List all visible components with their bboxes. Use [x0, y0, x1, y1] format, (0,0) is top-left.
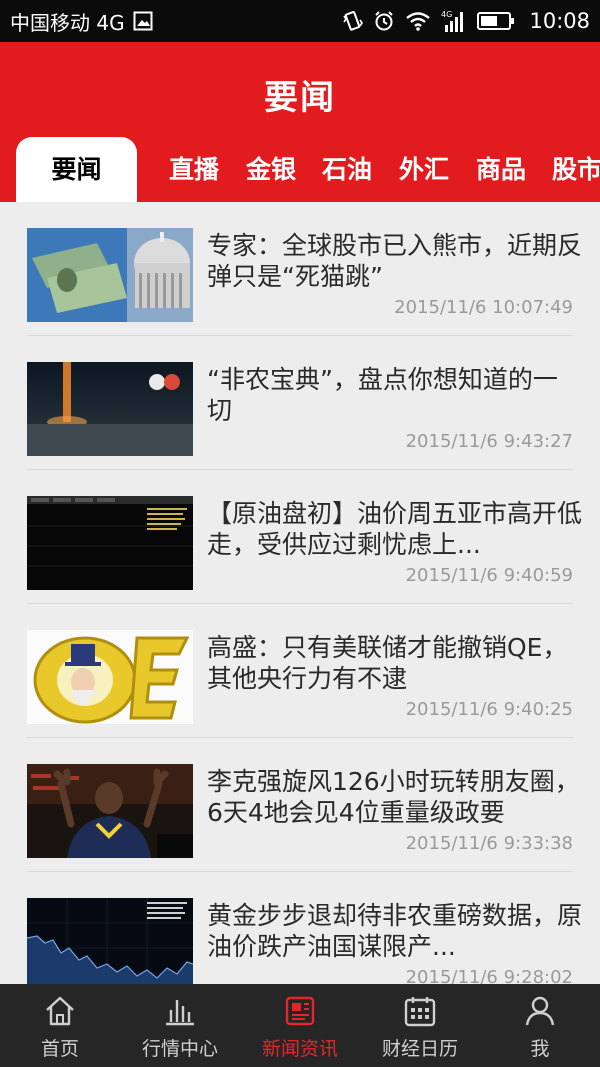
price-chart-image	[27, 898, 193, 984]
nav-label: 行情中心	[141, 1038, 218, 1060]
news-title: 专家：全球股市已入熊市，近期反弹只是“死猫跳”	[207, 231, 582, 291]
nav-label: 新闻资讯	[261, 1038, 338, 1060]
news-icon	[281, 992, 319, 1030]
news-title: 高盛：只有美联储才能撤销QE，其他央行力有不逮	[207, 633, 568, 693]
nav-label: 财经日历	[381, 1038, 458, 1060]
signal-4g-icon: 4G	[441, 9, 467, 33]
news-title: 李克强旋风126小时玩转朋友圈，6天4地会见4位重量级政要	[207, 767, 580, 827]
qe-uncle-sam-image	[27, 630, 193, 724]
nav-home[interactable]: 首页	[0, 984, 120, 1067]
status-bar: 中国移动 4G 4G 10:08	[0, 0, 600, 42]
chart-screen-image	[27, 496, 193, 590]
tab-forex[interactable]: 外汇	[399, 137, 449, 202]
nav-label: 我	[530, 1038, 550, 1060]
news-date: 2015/11/6 9:43:27	[405, 431, 573, 452]
news-date: 2015/11/6 10:07:49	[394, 297, 573, 318]
tab-gold-silver[interactable]: 金银	[246, 137, 296, 202]
nav-me[interactable]: 我	[480, 984, 600, 1067]
news-item[interactable]: 高盛：只有美联储才能撤销QE，其他央行力有不逮 2015/11/6 9:40:2…	[0, 604, 600, 738]
category-tabs: 要闻 直播 金银 石油 外汇 商品 股市	[0, 137, 600, 202]
news-item[interactable]: 专家：全球股市已入熊市，近期反弹只是“死猫跳” 2015/11/6 10:07:…	[0, 202, 600, 336]
news-title: 黄金步步退却待非农重磅数据，原油价跌产油国谋限产...	[207, 901, 582, 961]
tab-commodities[interactable]: 商品	[476, 137, 526, 202]
athlete-image	[27, 764, 193, 858]
news-date: 2015/11/6 9:40:25	[405, 699, 573, 720]
news-item[interactable]: 李克强旋风126小时玩转朋友圈，6天4地会见4位重量级政要 2015/11/6 …	[0, 738, 600, 872]
page-title: 要闻	[264, 78, 336, 118]
news-title: “非农宝典”，盘点你想知道的一切	[207, 365, 558, 425]
nav-calendar[interactable]: 财经日历	[360, 984, 480, 1067]
tab-live[interactable]: 直播	[169, 137, 219, 202]
news-item[interactable]: 【原油盘初】油价周五亚市高开低走，受供应过剩忧虑上... 2015/11/6 9…	[0, 470, 600, 604]
app-header: 要闻 要闻 直播 金银 石油 外汇 商品 股市	[0, 42, 600, 202]
light-beam-image	[27, 362, 193, 456]
carrier-label: 中国移动 4G	[10, 10, 125, 35]
nav-market[interactable]: 行情中心	[120, 984, 240, 1067]
news-date: 2015/11/6 9:40:59	[405, 565, 573, 586]
home-icon	[41, 992, 79, 1030]
tab-stocks[interactable]: 股市	[552, 137, 600, 202]
calendar-icon	[401, 992, 439, 1030]
alarm-icon	[373, 10, 395, 32]
news-item[interactable]: “非农宝典”，盘点你想知道的一切 2015/11/6 9:43:27	[0, 336, 600, 470]
news-date: 2015/11/6 9:33:38	[405, 833, 573, 854]
image-notification-icon	[133, 11, 153, 31]
tab-oil[interactable]: 石油	[322, 137, 372, 202]
wifi-icon	[405, 10, 431, 32]
svg-text:4G: 4G	[441, 10, 452, 19]
nav-news[interactable]: 新闻资讯	[240, 984, 360, 1067]
bottom-nav: 首页 行情中心 新闻资讯 财经日历 我	[0, 984, 600, 1067]
battery-icon	[477, 11, 515, 31]
clock: 10:08	[529, 9, 590, 33]
news-title: 【原油盘初】油价周五亚市高开低走，受供应过剩忧虑上...	[207, 499, 582, 559]
news-date: 2015/11/6 9:28:02	[405, 967, 573, 984]
capitol-dollar-image	[27, 228, 193, 322]
user-icon	[521, 992, 559, 1030]
tab-headlines[interactable]: 要闻	[16, 137, 137, 202]
vibrate-icon	[341, 10, 364, 32]
nav-label: 首页	[40, 1038, 79, 1060]
news-list: 专家：全球股市已入熊市，近期反弹只是“死猫跳” 2015/11/6 10:07:…	[0, 202, 600, 984]
news-item[interactable]: 黄金步步退却待非农重磅数据，原油价跌产油国谋限产... 2015/11/6 9:…	[0, 872, 600, 984]
bar-chart-icon	[161, 992, 199, 1030]
